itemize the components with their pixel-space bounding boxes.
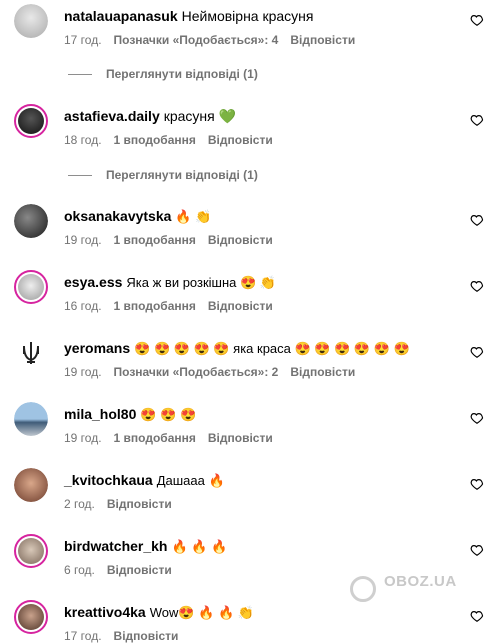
likes-count[interactable]: 1 вподобання: [114, 431, 196, 445]
avatar[interactable]: [14, 402, 48, 436]
divider: [68, 74, 92, 76]
avatar[interactable]: [14, 4, 48, 38]
comment-text: 😍 😍 😍: [140, 407, 197, 422]
avatar[interactable]: [14, 468, 48, 502]
trident-icon: [23, 342, 39, 364]
heart-outline-icon[interactable]: [470, 543, 484, 557]
comment-text: 🔥 🔥 🔥: [171, 539, 228, 554]
likes-count[interactable]: Позначки «Подобається»: 2: [114, 365, 279, 379]
comment-time: 16 год.: [64, 299, 102, 313]
heart-outline-icon[interactable]: [470, 477, 484, 491]
comment-text: красуня 💚: [163, 108, 237, 124]
view-replies-label[interactable]: Переглянути відповіді (1): [106, 67, 258, 81]
comment-time: 19 год.: [64, 431, 102, 445]
reply-button[interactable]: Відповісти: [107, 497, 172, 511]
likes-count[interactable]: Позначки «Подобається»: 4: [114, 33, 279, 47]
watermark: OBOZ.UA: [384, 573, 457, 590]
comment-text: 😍 😍 😍 😍 😍 яка краса 😍 😍 😍 😍 😍 😍: [134, 341, 410, 356]
view-replies-button[interactable]: Переглянути відповіді (1): [68, 67, 258, 81]
comment-time: 17 год.: [64, 33, 102, 47]
comment-text: Wow😍 🔥 🔥 👏: [149, 605, 254, 620]
comment-time: 19 год.: [64, 233, 102, 247]
heart-outline-icon[interactable]: [470, 213, 484, 227]
reply-button[interactable]: Відповісти: [107, 563, 172, 577]
reply-button[interactable]: Відповісти: [208, 233, 273, 247]
comment-text: Дашааа 🔥: [156, 473, 225, 488]
comment-username[interactable]: kreattivo4ka: [64, 604, 146, 620]
comment-time: 18 год.: [64, 133, 102, 147]
reply-button[interactable]: Відповісти: [114, 629, 179, 643]
reply-button[interactable]: Відповісти: [290, 365, 355, 379]
watermark-logo-icon: [350, 576, 376, 602]
comment-time: 2 год.: [64, 497, 95, 511]
comment-username[interactable]: birdwatcher_kh: [64, 538, 167, 554]
likes-count[interactable]: 1 вподобання: [114, 133, 196, 147]
comment-username[interactable]: yeromans: [64, 340, 130, 356]
comment-username[interactable]: astafieva.daily: [64, 108, 160, 124]
comment-time: 6 год.: [64, 563, 95, 577]
heart-outline-icon[interactable]: [470, 279, 484, 293]
view-replies-label[interactable]: Переглянути відповіді (1): [106, 168, 258, 182]
comment-username[interactable]: mila_hol80: [64, 406, 136, 422]
comment-time: 17 год.: [64, 629, 102, 643]
comment-text: Яка ж ви розкішна 😍 👏: [126, 275, 276, 290]
comment-text: Неймовірна красуня: [181, 8, 314, 24]
reply-button[interactable]: Відповісти: [208, 299, 273, 313]
comment-username[interactable]: esya.ess: [64, 274, 122, 290]
avatar[interactable]: [14, 104, 48, 138]
reply-button[interactable]: Відповісти: [290, 33, 355, 47]
avatar[interactable]: [14, 270, 48, 304]
avatar[interactable]: [14, 600, 48, 634]
avatar[interactable]: [14, 336, 48, 370]
heart-outline-icon[interactable]: [470, 411, 484, 425]
heart-outline-icon[interactable]: [470, 345, 484, 359]
heart-outline-icon[interactable]: [470, 113, 484, 127]
comment-username[interactable]: _kvitochkaua: [64, 472, 153, 488]
heart-outline-icon[interactable]: [470, 13, 484, 27]
reply-button[interactable]: Відповісти: [208, 431, 273, 445]
comment-text: 🔥 👏: [175, 209, 212, 224]
comment-username[interactable]: natalauapanasuk: [64, 8, 178, 24]
divider: [68, 175, 92, 177]
likes-count[interactable]: 1 вподобання: [114, 233, 196, 247]
comment-time: 19 год.: [64, 365, 102, 379]
view-replies-button[interactable]: Переглянути відповіді (1): [68, 168, 258, 182]
avatar[interactable]: [14, 534, 48, 568]
reply-button[interactable]: Відповісти: [208, 133, 273, 147]
comment-username[interactable]: oksanakavytska: [64, 208, 171, 224]
avatar[interactable]: [14, 204, 48, 238]
heart-outline-icon[interactable]: [470, 609, 484, 623]
likes-count[interactable]: 1 вподобання: [114, 299, 196, 313]
